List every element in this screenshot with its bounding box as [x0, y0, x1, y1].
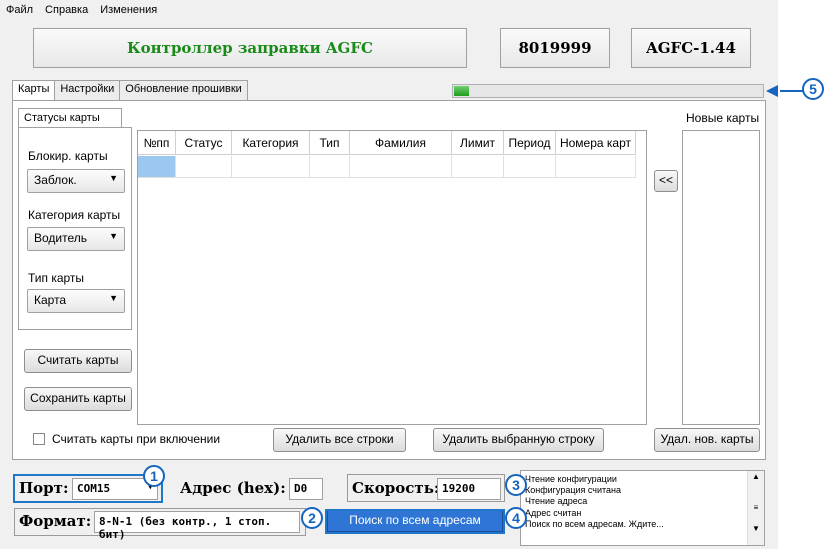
speed-label: Скорость: [352, 479, 440, 497]
menu-file[interactable]: Файл [6, 4, 33, 16]
col-type[interactable]: Тип [310, 131, 350, 155]
table-cell[interactable] [232, 156, 310, 178]
log-line: Адрес считан [525, 507, 582, 518]
callout-1: 1 [143, 465, 165, 487]
category-select-value: Водитель [34, 231, 88, 245]
callout-4: 4 [505, 507, 527, 529]
col-surname[interactable]: Фамилия [350, 131, 452, 155]
read-on-start-label: Считать карты при включении [52, 432, 221, 446]
arrow-left-icon [766, 85, 804, 97]
address-input[interactable]: D0 [289, 478, 323, 500]
log-panel: Чтение конфигурации Конфигурация считана… [520, 470, 765, 546]
main-tabs: Карты Настройки Обновление прошивки [12, 80, 248, 101]
block-select[interactable]: Заблок. ▼ [27, 169, 125, 193]
save-cards-button[interactable]: Сохранить карты [24, 387, 132, 411]
callout-frame-search [325, 509, 505, 534]
category-select[interactable]: Водитель ▼ [27, 227, 125, 251]
app-title: Контроллер заправки AGFC [33, 28, 467, 68]
col-category[interactable]: Категория [232, 131, 310, 155]
scroll-down-icon[interactable]: ▼ [748, 523, 764, 534]
selected-cell[interactable] [138, 156, 176, 178]
menubar: Файл Справка Изменения [0, 0, 778, 20]
type-label: Тип карты [28, 271, 85, 285]
delete-selected-row-button[interactable]: Удалить выбранную строку [433, 428, 604, 452]
col-number[interactable]: №пп [138, 131, 176, 155]
read-cards-button[interactable]: Считать карты [24, 349, 132, 373]
progress-fill [454, 86, 470, 96]
progress-bar [452, 84, 764, 98]
col-limit[interactable]: Лимит [452, 131, 504, 155]
subtab-card-statuses[interactable]: Статусы карты [18, 108, 122, 128]
scroll-up-icon[interactable]: ▲ [748, 471, 764, 482]
block-select-value: Заблок. [34, 173, 77, 187]
app-window: Файл Справка Изменения Контроллер заправ… [0, 0, 778, 549]
table-cell[interactable] [310, 156, 350, 178]
callout-2: 2 [301, 507, 323, 529]
callout-5: 5 [802, 78, 824, 100]
log-scrollbar[interactable]: ▲ ≡ ▼ [747, 471, 764, 545]
category-label: Категория карты [28, 208, 121, 222]
log-line: Чтение адреса [525, 496, 588, 507]
table-cell[interactable] [176, 156, 232, 178]
table-cell[interactable] [452, 156, 504, 178]
menu-changes[interactable]: Изменения [100, 4, 157, 16]
new-cards-list[interactable] [682, 130, 760, 425]
log-line: Поиск по всем адресам. Ждите... [525, 518, 664, 529]
read-on-start-checkbox[interactable] [33, 433, 45, 445]
callout-3: 3 [505, 474, 527, 496]
type-select[interactable]: Карта ▼ [27, 289, 125, 313]
delete-new-cards-button[interactable]: Удал. нов. карты [654, 428, 760, 452]
log-line: Конфигурация считана [525, 485, 622, 496]
callout-frame-port [13, 474, 163, 503]
tab-settings[interactable]: Настройки [54, 80, 121, 100]
tab-cards[interactable]: Карты [12, 80, 56, 101]
col-period[interactable]: Период [504, 131, 556, 155]
table-cell[interactable] [504, 156, 556, 178]
firmware-version: AGFC-1.44 [631, 28, 751, 68]
chevron-down-icon: ▼ [109, 231, 118, 241]
speed-select[interactable]: 19200 [437, 478, 501, 500]
delete-all-rows-button[interactable]: Удалить все строки [273, 428, 406, 452]
move-to-new-button[interactable]: << [654, 170, 678, 192]
format-select[interactable]: 8-N-1 (без контр., 1 стоп. бит) [94, 511, 300, 541]
chevron-down-icon: ▼ [109, 173, 118, 183]
cards-table: №пп Статус Категория Тип Фамилия Лимит П… [137, 130, 647, 425]
format-label: Формат: [19, 512, 92, 530]
type-select-value: Карта [34, 293, 67, 307]
table-cell[interactable] [350, 156, 452, 178]
tab-firmware-update[interactable]: Обновление прошивки [119, 80, 248, 100]
block-label: Блокир. карты [28, 149, 108, 163]
col-status[interactable]: Статус [176, 131, 232, 155]
col-card-numbers[interactable]: Номера карт [556, 131, 636, 155]
address-label: Адрес (hex): [180, 479, 286, 497]
log-line: Чтение конфигурации [525, 474, 617, 484]
scroll-thumb[interactable]: ≡ [748, 502, 764, 513]
menu-help[interactable]: Справка [45, 4, 88, 16]
chevron-down-icon: ▼ [109, 293, 118, 303]
new-cards-label: Новые карты [686, 111, 760, 125]
serial-number: 8019999 [500, 28, 610, 68]
table-cell[interactable] [556, 156, 636, 178]
